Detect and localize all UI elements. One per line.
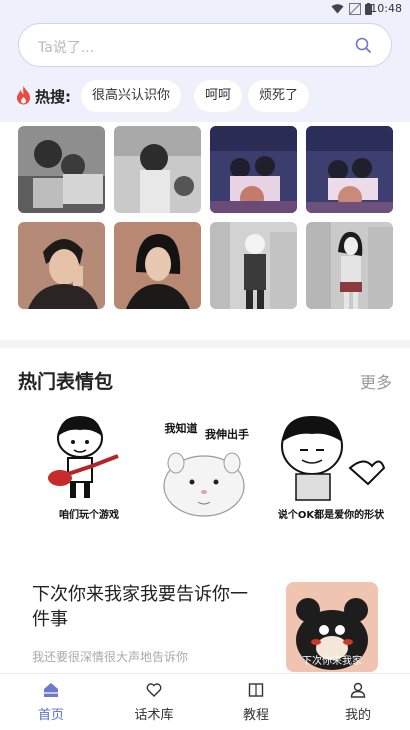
illustration-boy-street[interactable] <box>210 222 297 309</box>
hot-tag-1[interactable]: 很高兴认识你 <box>81 80 182 112</box>
tab-tutorial[interactable]: 教程 <box>216 674 296 730</box>
meme-item-3[interactable]: 说个OK都是爱你的形状 <box>272 408 390 526</box>
hot-search-bar: 热搜: 很高兴认识你 呵呵 烦死了 <box>16 80 396 112</box>
meme-caption-1: 咱们玩个游戏 <box>59 510 119 521</box>
search-input[interactable]: Ta说了... <box>18 23 392 67</box>
search-icon[interactable] <box>355 37 371 53</box>
thumbnail-caption: 下次你来我家 <box>302 656 362 667</box>
photo-couple-2[interactable] <box>114 126 201 213</box>
meme-hamster-image <box>163 452 245 517</box>
illustration-boy[interactable] <box>18 222 105 309</box>
hot-search-label: 热搜: <box>35 88 71 106</box>
user-icon <box>350 682 366 698</box>
meme-item-2[interactable]: 我知道 我伸出手 <box>146 408 264 526</box>
status-bar: 10:48 <box>0 0 410 18</box>
hot-tag-3[interactable]: 烦死了 <box>248 80 310 112</box>
article-card[interactable]: 下次你来我家我要告诉你一件事 我还要很深情很大声地告诉你 <box>32 582 262 665</box>
photo-couple-1[interactable] <box>18 126 105 213</box>
tab-phrases-label: 话术库 <box>134 708 174 723</box>
home-icon <box>44 683 58 697</box>
meme-ok-image <box>281 416 386 501</box>
illustration-girl[interactable] <box>114 222 201 309</box>
heart-chat-icon <box>146 683 162 697</box>
article-title: 下次你来我家我要告诉你一件事 <box>32 584 248 630</box>
tab-home[interactable]: 首页 <box>11 674 91 730</box>
meme-caption-3: 说个OK都是爱你的形状 <box>277 510 385 521</box>
fire-icon <box>17 86 30 105</box>
signal-icon <box>349 3 361 15</box>
tab-phrases[interactable]: 话术库 <box>114 674 194 730</box>
article-thumbnail[interactable]: 下次你来我家 <box>286 582 378 672</box>
status-time: 10:48 <box>370 2 402 15</box>
photo-couple-3[interactable] <box>210 126 297 213</box>
tab-mine[interactable]: 我的 <box>318 674 398 730</box>
bottom-tab-bar: 首页 话术库 教程 我的 <box>0 673 410 730</box>
hot-tag-2[interactable]: 呵呵 <box>194 80 243 112</box>
tab-tutorial-label: 教程 <box>242 708 269 723</box>
memes-section-title: 热门表情包 <box>18 371 114 393</box>
tab-mine-label: 我的 <box>344 708 371 723</box>
article-desc: 我还要很深情很大声地告诉你 <box>32 650 189 664</box>
tab-home-label: 首页 <box>37 708 64 723</box>
section-divider <box>0 340 410 348</box>
memes-more-link[interactable]: 更多 <box>360 369 392 393</box>
photo-couple-4[interactable] <box>306 126 393 213</box>
search-placeholder: Ta说了... <box>38 40 95 56</box>
wifi-icon <box>331 4 344 14</box>
book-icon <box>248 683 264 697</box>
illustration-girl-street[interactable] <box>306 222 393 309</box>
